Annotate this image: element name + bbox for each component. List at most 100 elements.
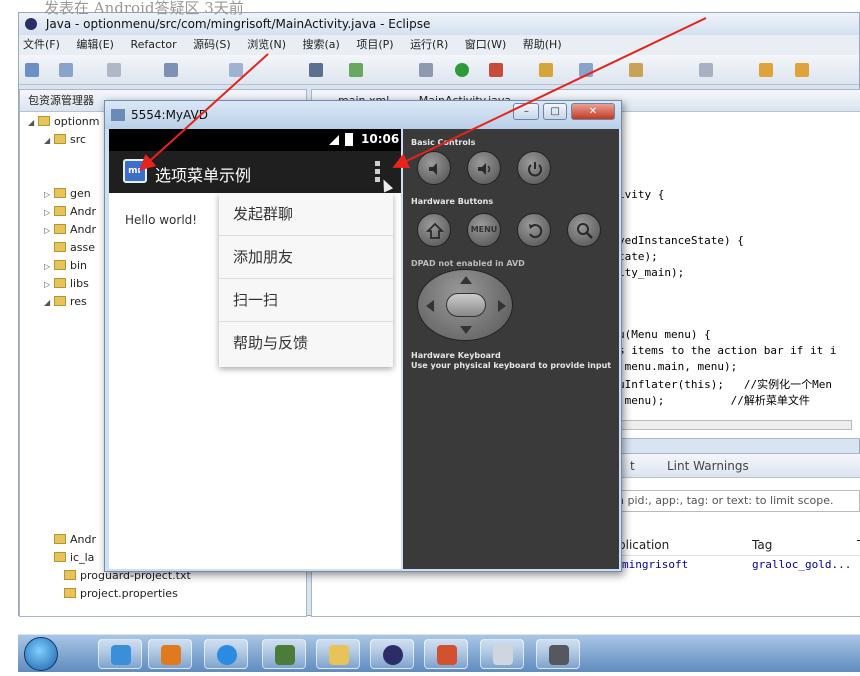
taskbar-eclipse[interactable] [370,639,414,669]
hardware-buttons-label: Hardware Buttons [411,197,494,206]
dpad-left-icon [426,300,434,312]
hardware-keyboard-title: Hardware Keyboard [411,351,501,360]
tree-item-res[interactable]: ◢ res [44,294,87,311]
folder-icon [54,134,66,144]
menu-item-scan[interactable]: 扫一扫 [219,279,393,322]
tree-item-ic-launcher[interactable]: ic_la [44,550,94,566]
col-tag[interactable]: Tag [752,534,772,556]
menu-help[interactable]: 帮助(H) [523,38,562,51]
menu-project[interactable]: 项目(P) [356,38,393,51]
tree-item-libs[interactable]: ▷ libs [44,276,89,293]
library-icon [54,224,66,234]
menu-button[interactable]: MENU [467,213,501,247]
taskbar-explorer[interactable] [316,639,360,669]
menu-window[interactable]: 窗口(W) [465,38,506,51]
menu-run[interactable]: 运行(R) [410,38,448,51]
pointer-icon[interactable] [164,63,178,77]
emulator-title-bar[interactable]: 5554:MyAVD – □ ✕ [105,101,621,129]
code-line: .menu.main, menu); [618,360,738,373]
minimize-button[interactable]: – [513,103,540,120]
tree-item-android-deps[interactable]: ▷ Andr [44,222,96,239]
menu-edit[interactable]: 编辑(E) [76,38,114,51]
menu-search[interactable]: 搜索(a) [303,38,340,51]
back-icon[interactable] [759,63,773,77]
debug-icon[interactable] [419,63,433,77]
android-sdk-icon[interactable] [309,63,323,77]
tool-icon[interactable] [229,63,243,77]
menu-item-group-chat[interactable]: 发起群聊 [219,193,393,236]
logcat-filter-input[interactable]: h pid:, app:, tag: or text: to limit sco… [612,490,860,512]
avd-manager-icon[interactable] [349,63,363,77]
eclipse-title: Java - optionmenu/src/com/mingrisoft/Mai… [45,17,431,31]
folder-icon [54,296,66,306]
chat-app-icon [217,645,237,665]
new-icon[interactable] [25,63,39,77]
tree-item-gen[interactable]: ▷ gen [44,186,91,203]
forward-icon[interactable] [795,63,809,77]
volume-up-button[interactable] [467,151,501,185]
maximize-button[interactable]: □ [543,103,568,120]
folder-icon [54,260,66,270]
open-type-icon[interactable] [579,63,593,77]
taskbar-emulator[interactable] [536,639,580,669]
taskbar-powerpoint[interactable] [424,639,468,669]
file-icon [64,570,76,580]
eclipse-logo-icon [25,18,37,30]
image-file-icon [54,552,66,562]
start-button[interactable] [24,637,58,671]
tab-lint-warnings[interactable]: Lint Warnings [667,454,749,478]
menu-file[interactable]: 文件(F) [23,38,60,51]
tree-item-project[interactable]: ◢ optionm [28,114,100,131]
tab-logcat[interactable]: t [630,454,635,478]
taskbar-media-player[interactable] [148,639,192,669]
new-class-icon[interactable] [539,63,553,77]
hardware-keyboard-desc: Use your physical keyboard to provide in… [411,361,612,370]
taskbar-ie[interactable] [98,639,142,669]
window-controls: – □ ✕ [513,103,615,121]
menu-source[interactable]: 源码(S) [193,38,231,51]
annotation-icon[interactable] [699,63,713,77]
taskbar-chat[interactable] [204,639,248,669]
device-screen[interactable]: 10:06 mr 选项菜单示例 Hello world! 发起群聊 添加朋友 扫… [109,129,401,569]
print-icon[interactable] [107,63,121,77]
volume-down-button[interactable] [417,151,451,185]
home-button[interactable] [417,213,451,247]
taskbar-app[interactable] [262,639,306,669]
tree-item-assets[interactable]: asse [44,240,95,256]
tree-item-manifest[interactable]: Andr [44,532,96,548]
folder-icon [329,645,349,665]
app-icon: mr [123,159,147,183]
run-icon[interactable] [455,63,469,77]
tree-item-src[interactable]: ◢ src [44,132,86,149]
volume-up-icon [478,163,491,175]
col-application[interactable]: plication [618,534,669,556]
power-icon [528,162,542,177]
tree-item-project-properties[interactable]: project.properties [64,586,178,602]
tree-item-bin[interactable]: ▷ bin [44,258,87,275]
folder-icon [54,278,66,288]
taskbar-document[interactable] [480,639,524,669]
folder-icon [54,188,66,198]
hello-text: Hello world! [125,213,198,227]
power-button[interactable] [517,151,551,185]
back-button[interactable] [517,213,551,247]
close-button[interactable]: ✕ [571,103,615,120]
search-icon[interactable] [629,63,643,77]
screenshot: 发表在 Android答疑区 3天前 Java - optionmenu/src… [0,0,860,676]
battery-icon [345,133,353,146]
save-icon[interactable] [59,63,73,77]
home-icon [426,222,444,239]
forum-caption: 发表在 Android答疑区 3天前 [44,0,244,17]
magnifier-icon [577,223,593,239]
menu-item-help-feedback[interactable]: 帮助与反馈 [219,322,393,365]
editor-horizontal-scrollbar[interactable] [612,420,852,430]
app-title: 选项菜单示例 [155,166,252,185]
external-tools-icon[interactable] [489,63,503,77]
menu-item-add-friend[interactable]: 添加朋友 [219,236,393,279]
menu-refactor[interactable]: Refactor [130,38,176,51]
dpad-center-button[interactable] [446,293,486,317]
dpad-control[interactable] [417,269,513,341]
tree-item-android-lib[interactable]: ▷ Andr [44,204,96,221]
menu-navigate[interactable]: 浏览(N) [247,38,286,51]
search-button[interactable] [567,213,601,247]
